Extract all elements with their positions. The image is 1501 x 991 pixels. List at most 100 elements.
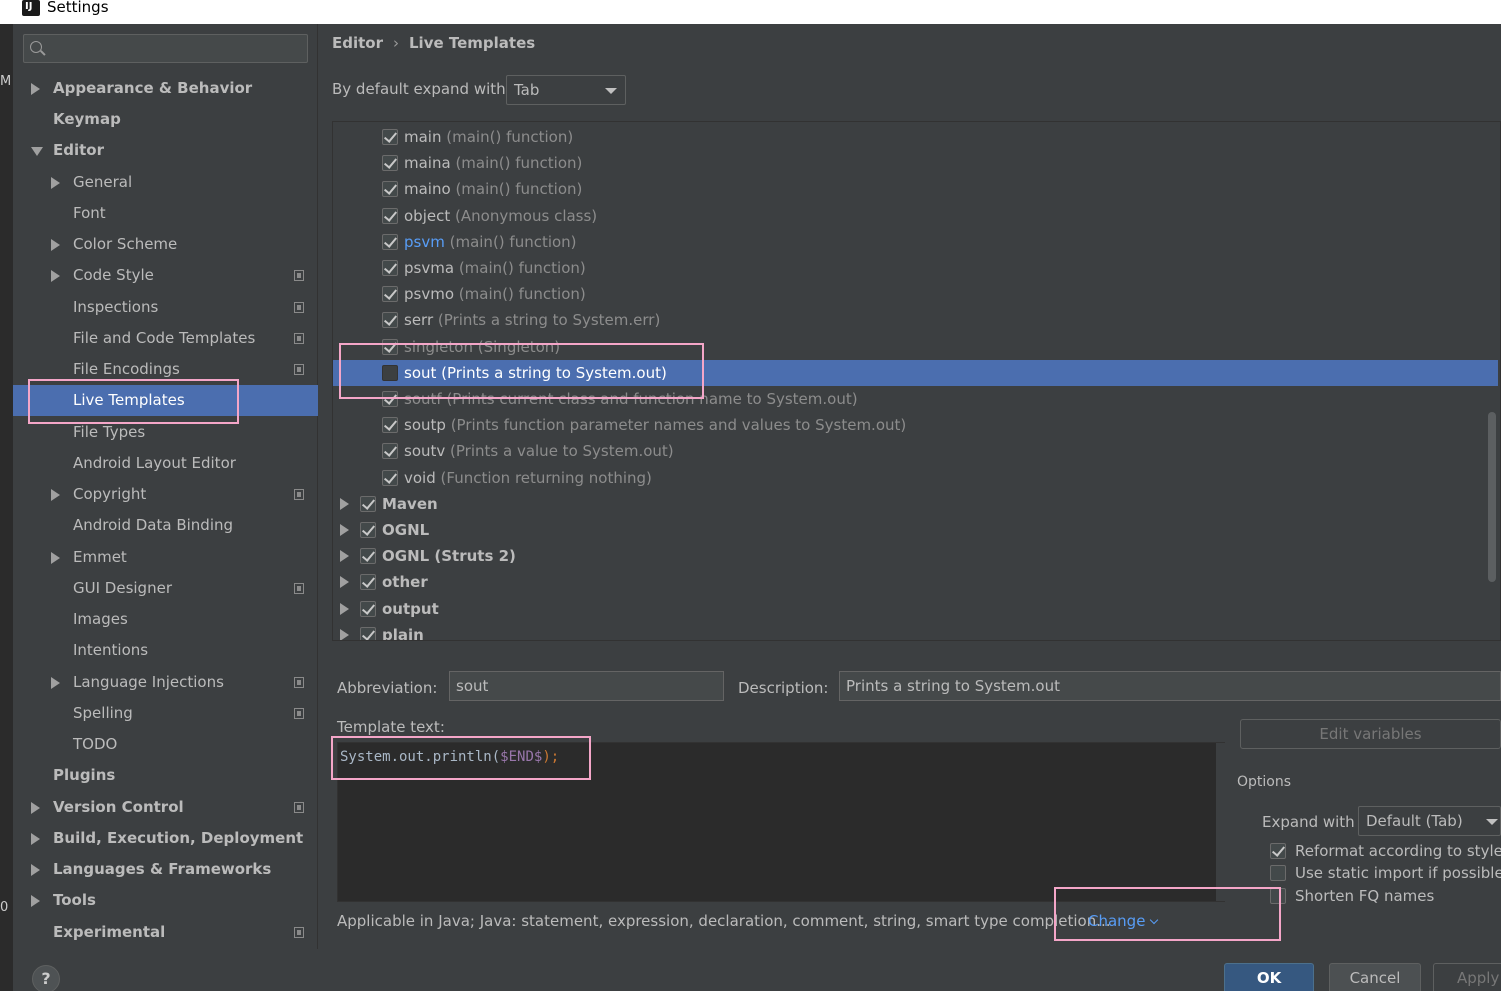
sidebar-item[interactable]: Build, Execution, Deployment [13, 823, 318, 854]
sidebar-item[interactable]: Code Style [13, 260, 318, 291]
checkbox-icon[interactable] [382, 233, 398, 250]
checkbox-icon[interactable] [382, 181, 398, 198]
expand-arrow-icon[interactable] [340, 550, 349, 563]
template-row[interactable]: sout (Prints a string to System.out) [333, 359, 1498, 386]
expand-arrow-icon[interactable] [31, 802, 40, 814]
checkbox-icon[interactable] [360, 626, 376, 640]
template-row[interactable]: psvm (main() function) [333, 229, 1498, 255]
expand-arrow-icon[interactable] [51, 489, 60, 501]
checkbox-icon[interactable] [382, 286, 398, 303]
templates-tree[interactable]: main (main() function) maina (main() func… [332, 121, 1501, 641]
sidebar-item[interactable]: Images [13, 604, 318, 635]
ok-button[interactable]: OK [1224, 963, 1314, 991]
sidebar-item[interactable]: Editor [13, 135, 318, 166]
change-contexts-link[interactable]: Change [1088, 912, 1159, 930]
sidebar-item[interactable]: Emmet [13, 542, 318, 573]
template-row[interactable]: serr (Prints a string to System.err) [333, 307, 1498, 333]
abbreviation-field[interactable]: sout [449, 671, 724, 701]
sidebar-item[interactable]: Inspections [13, 292, 318, 323]
sidebar-item[interactable]: Color Scheme [13, 229, 318, 260]
editor-scrollbar[interactable] [1216, 743, 1226, 901]
sidebar-item[interactable]: Copyright [13, 479, 318, 510]
sidebar-item[interactable]: Languages & Frameworks [13, 854, 318, 885]
sidebar-item[interactable]: File Encodings [13, 354, 318, 385]
sidebar-item[interactable]: File Types [13, 417, 318, 448]
sidebar-item[interactable]: Live Templates [13, 385, 318, 416]
cancel-button[interactable]: Cancel [1329, 963, 1421, 991]
expand-arrow-icon[interactable] [51, 177, 60, 189]
template-group-row[interactable]: OGNL [333, 517, 1498, 543]
template-row[interactable]: maino (main() function) [333, 176, 1498, 202]
template-group-row[interactable]: output [333, 596, 1498, 622]
sidebar-item[interactable]: Android Data Binding [13, 510, 318, 541]
help-icon[interactable]: ? [32, 965, 60, 991]
sidebar-item[interactable]: Font [13, 198, 318, 229]
template-text-editor[interactable]: System.out.println($END$); [337, 742, 1226, 902]
sidebar-item[interactable]: Language Injections [13, 667, 318, 698]
sidebar-item[interactable]: Intentions [13, 635, 318, 666]
template-row[interactable]: singleton (Singleton) [333, 334, 1498, 360]
expand-arrow-icon[interactable] [31, 895, 40, 907]
collapse-arrow-icon[interactable] [31, 147, 43, 156]
expand-arrow-icon[interactable] [31, 833, 40, 845]
settings-search[interactable] [23, 34, 308, 63]
sidebar-item[interactable]: Plugins [13, 760, 318, 791]
checkbox-icon[interactable] [360, 600, 376, 617]
apply-button[interactable]: Apply [1433, 963, 1501, 991]
template-row[interactable]: void (Function returning nothing) [333, 465, 1498, 491]
checkbox-icon[interactable] [382, 129, 398, 145]
template-row[interactable]: object (Anonymous class) [333, 203, 1498, 229]
checkbox-icon[interactable] [360, 548, 376, 565]
expand-arrow-icon[interactable] [340, 602, 349, 615]
search-input[interactable] [52, 38, 302, 60]
template-row[interactable]: main (main() function) [333, 124, 1498, 150]
expand-arrow-icon[interactable] [51, 239, 60, 251]
checkbox-icon[interactable] [382, 469, 398, 486]
expand-arrow-icon[interactable] [51, 677, 60, 689]
edit-variables-button[interactable]: Edit variables [1240, 719, 1501, 749]
template-row[interactable]: psvmo (main() function) [333, 281, 1498, 307]
checkbox-icon[interactable] [382, 443, 398, 460]
checkbox-icon[interactable] [1270, 865, 1286, 881]
expand-arrow-icon[interactable] [340, 524, 349, 536]
sidebar-item[interactable]: Spelling [13, 698, 318, 729]
checkbox-icon[interactable] [382, 207, 398, 224]
template-row[interactable]: psvma (main() function) [333, 255, 1498, 281]
expand-arrow-icon[interactable] [51, 552, 60, 564]
templates-scrollbar[interactable] [1488, 412, 1496, 582]
template-row[interactable]: soutf (Prints current class and function… [333, 386, 1498, 412]
template-row[interactable]: soutv (Prints a value to System.out) [333, 438, 1498, 464]
checkbox-icon[interactable] [382, 391, 398, 407]
description-field[interactable]: Prints a string to System.out [839, 671, 1501, 701]
template-group-row[interactable]: plain [333, 622, 1498, 640]
expand-with-option-combo[interactable]: Default (Tab) [1358, 806, 1501, 836]
expand-arrow-icon[interactable] [51, 270, 60, 282]
checkbox-icon[interactable] [1270, 843, 1286, 859]
expand-arrow-icon[interactable] [31, 83, 40, 95]
expand-with-combo[interactable]: Tab [506, 75, 626, 105]
sidebar-item[interactable]: Tools [13, 885, 318, 916]
checkbox-icon[interactable] [382, 312, 398, 329]
template-group-row[interactable]: OGNL (Struts 2) [333, 543, 1498, 569]
sidebar-item[interactable]: Appearance & Behavior [13, 73, 318, 104]
template-row[interactable]: soutp (Prints function parameter names a… [333, 412, 1498, 438]
expand-arrow-icon[interactable] [31, 864, 40, 876]
template-group-row[interactable]: Maven [333, 491, 1498, 517]
template-group-row[interactable]: other [333, 569, 1498, 595]
checkbox-icon[interactable] [382, 364, 398, 381]
expand-arrow-icon[interactable] [340, 576, 349, 589]
checkbox-icon[interactable] [1270, 888, 1286, 904]
checkbox-icon[interactable] [360, 495, 376, 512]
sidebar-item[interactable]: General [13, 167, 318, 198]
template-row[interactable]: maina (main() function) [333, 150, 1498, 176]
sidebar-item[interactable]: File and Code Templates [13, 323, 318, 354]
sidebar-item[interactable]: TODO [13, 729, 318, 760]
sidebar-item[interactable]: Version Control [13, 792, 318, 823]
checkbox-icon[interactable] [382, 338, 398, 355]
checkbox-icon[interactable] [360, 574, 376, 591]
breadcrumb-parent[interactable]: Editor [332, 34, 383, 52]
sidebar-item[interactable]: Keymap [13, 104, 318, 135]
expand-arrow-icon[interactable] [340, 628, 349, 640]
checkbox-icon[interactable] [382, 260, 398, 276]
sidebar-item[interactable]: GUI Designer [13, 573, 318, 604]
